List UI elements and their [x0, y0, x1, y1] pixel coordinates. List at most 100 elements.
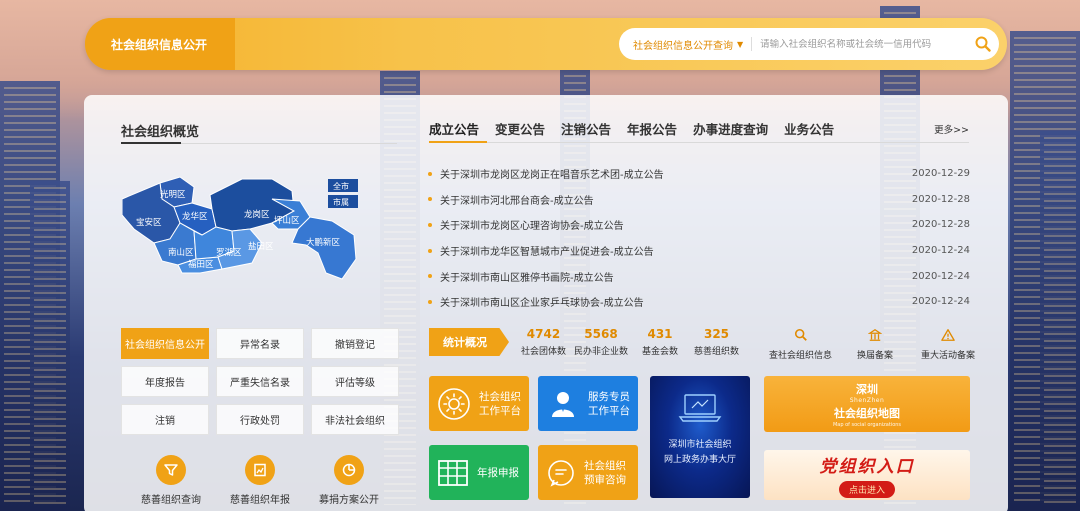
stat-foundations: 431 基金会数 — [642, 327, 678, 357]
notice-title: 关于深圳市南山区雅停书画院-成立公告 — [440, 272, 614, 284]
list-item[interactable]: 关于深圳市龙岗区心理咨询协会-成立公告 2020-12-28 — [428, 212, 970, 238]
chevron-down-icon: ▼ — [737, 39, 744, 49]
main-panel: 社会组织概览 光明区 宝安区 龙华区 龙岗区 坪山区 南山区 罗湖区 福田区 盐… — [84, 95, 1008, 511]
major-event-filing-link[interactable]: 重大活动备案 — [921, 328, 975, 361]
query-org-info-link[interactable]: 查社会组织信息 — [769, 328, 832, 361]
quick-link-label: 慈善组织查询 — [141, 495, 201, 506]
charity-annual-report-link[interactable]: 慈善组织年报 — [230, 455, 290, 506]
fundraising-plan-link[interactable]: 募捐方案公开 — [319, 455, 379, 506]
map-label: 南山区 — [168, 247, 194, 258]
stat-link-label: 重大活动备案 — [921, 351, 976, 361]
building — [1040, 131, 1080, 511]
map-label: 福田区 — [188, 259, 214, 270]
user-icon — [552, 391, 574, 417]
notice-date: 2020-12-28 — [911, 193, 970, 205]
search-icon — [794, 328, 807, 341]
notice-title: 关于深圳市龙华区智慧城市产业促进会-成立公告 — [440, 247, 654, 259]
list-item[interactable]: 关于深圳市龙华区智慧城市产业促进会-成立公告 2020-12-24 — [428, 238, 970, 264]
map-label: 宝安区 — [136, 217, 162, 228]
tab-business[interactable]: 业务公告 — [784, 119, 834, 138]
stat-value: 4742 — [526, 327, 561, 341]
map-level-label: 市属 — [333, 197, 349, 207]
building-icon — [867, 328, 883, 341]
banner-city: 深圳 — [856, 382, 878, 396]
notice-title: 关于深圳市龙岗区龙岗正在唱音乐艺术团-成立公告 — [440, 170, 664, 182]
list-item[interactable]: 关于深圳市南山区雅停书画院-成立公告 2020-12-24 — [428, 263, 970, 289]
enter-button[interactable]: 点击进入 — [838, 481, 895, 498]
info-disclosure-button[interactable]: 社会组织信息公开 — [121, 328, 209, 359]
tab-establish[interactable]: 成立公告 — [429, 119, 479, 138]
stat-label: 慈善组织数 — [694, 347, 740, 357]
pre-review-consultation-tile[interactable]: 社会组织 预审咨询 — [538, 445, 638, 500]
charity-query-link[interactable]: 慈善组织查询 — [141, 455, 201, 506]
funnel-icon — [156, 455, 186, 485]
search-scope-label: 社会组织信息公开查询 — [633, 40, 733, 52]
search-icon — [975, 36, 991, 52]
pie-chart-icon — [334, 455, 364, 485]
tab-change[interactable]: 变更公告 — [495, 119, 545, 138]
more-link[interactable]: 更多>> — [934, 122, 969, 136]
bullet-icon — [428, 248, 432, 253]
stat-social-groups: 4742 社会团体数 — [521, 327, 566, 357]
serious-dishonesty-button[interactable]: 严重失信名录 — [216, 366, 304, 397]
map-label: 罗湖区 — [216, 248, 242, 258]
administrative-penalty-button[interactable]: 行政处罚 — [216, 404, 304, 435]
tab-progress[interactable]: 办事进度查询 — [693, 119, 768, 138]
map-level-label: 全市 — [333, 181, 349, 191]
list-item[interactable]: 关于深圳市河北邢台商会-成立公告 2020-12-28 — [428, 187, 970, 213]
overview-underline — [121, 142, 397, 144]
stat-value: 325 — [703, 327, 730, 341]
stat-value: 5568 — [584, 327, 618, 341]
list-item[interactable]: 关于深圳市龙岗区龙岗正在唱音乐艺术团-成立公告 2020-12-29 — [428, 161, 970, 187]
warning-icon — [941, 329, 955, 341]
shenzhen-district-map: 光明区 宝安区 龙华区 龙岗区 坪山区 南山区 罗湖区 福田区 盐田区 大鹏新区… — [122, 176, 358, 280]
map-label: 光明区 — [160, 189, 186, 200]
stat-label: 社会团体数 — [521, 347, 567, 357]
banner-subtitle: Map of social organizations — [832, 421, 902, 428]
quick-link-label: 慈善组织年报 — [230, 495, 290, 506]
term-filing-link[interactable]: 换届备案 — [857, 328, 893, 361]
map-label: 坪山区 — [274, 215, 300, 226]
notice-title: 关于深圳市南山区企业家乒乓球协会-成立公告 — [440, 298, 644, 310]
stat-private-nonenterprise: 5568 民办非企业数 — [574, 327, 628, 357]
map-label: 大鹏新区 — [306, 237, 341, 248]
map-label: 龙岗区 — [244, 209, 270, 220]
stat-link-label: 换届备案 — [857, 351, 894, 361]
tab-cancel[interactable]: 注销公告 — [561, 119, 611, 138]
online-government-hall-tile[interactable]: 深圳市社会组织 网上政务办事大厅 — [650, 376, 750, 498]
stat-charities: 325 慈善组织数 — [694, 327, 739, 357]
notice-date: 2020-12-29 — [911, 168, 970, 180]
party-organization-entry-banner[interactable]: 党组织入口 点击进入 — [764, 450, 970, 500]
search-scope-select[interactable]: 社会组织信息公开查询 ▼ — [619, 37, 743, 52]
evaluation-level-button[interactable]: 评估等级 — [311, 366, 399, 397]
notice-date: 2020-12-24 — [911, 296, 970, 308]
list-item[interactable]: 关于深圳市南山区企业家乒乓球协会-成立公告 2020-12-24 — [428, 289, 970, 315]
overview-title: 社会组织概览 — [121, 125, 200, 140]
bullet-icon — [428, 299, 432, 304]
revoke-registration-button[interactable]: 撤销登记 — [311, 328, 399, 359]
banner-title: 社会组织地图 — [834, 406, 900, 420]
notice-date: 2020-12-24 — [911, 270, 970, 282]
tabs-underline — [429, 141, 969, 143]
chat-icon — [548, 459, 574, 487]
deregister-button[interactable]: 注销 — [121, 404, 209, 435]
search-box: 社会组织信息公开查询 ▼ — [619, 28, 999, 60]
service-specialist-platform-tile[interactable]: 服务专员 工作平台 — [538, 376, 638, 431]
annual-report-button[interactable]: 年度报告 — [121, 366, 209, 397]
map-district-dapeng[interactable] — [291, 216, 357, 280]
org-map-banner[interactable]: 深圳 ShenZhen 社会组织地图 Map of social organiz… — [764, 376, 970, 432]
org-work-platform-tile[interactable]: 社会组织 工作平台 — [429, 376, 529, 431]
abnormal-list-button[interactable]: 异常名录 — [216, 328, 304, 359]
tab-annual[interactable]: 年报公告 — [627, 119, 677, 138]
annual-report-filing-tile[interactable]: 年报申报 — [429, 445, 529, 500]
tile-label: 社会组织 工作平台 — [479, 390, 521, 417]
header-bar: 社会组织信息公开 社会组织信息公开查询 ▼ — [85, 18, 1007, 70]
illegal-organization-button[interactable]: 非法社会组织 — [311, 404, 399, 435]
stat-value: 431 — [647, 327, 673, 341]
tile-label: 深圳市社会组织 网上政务办事大厅 — [663, 440, 736, 465]
search-button[interactable] — [967, 28, 999, 60]
bullet-icon — [428, 274, 432, 279]
stat-link-label: 查社会组织信息 — [769, 351, 833, 361]
search-input[interactable] — [760, 38, 967, 50]
sun-icon — [438, 387, 470, 420]
